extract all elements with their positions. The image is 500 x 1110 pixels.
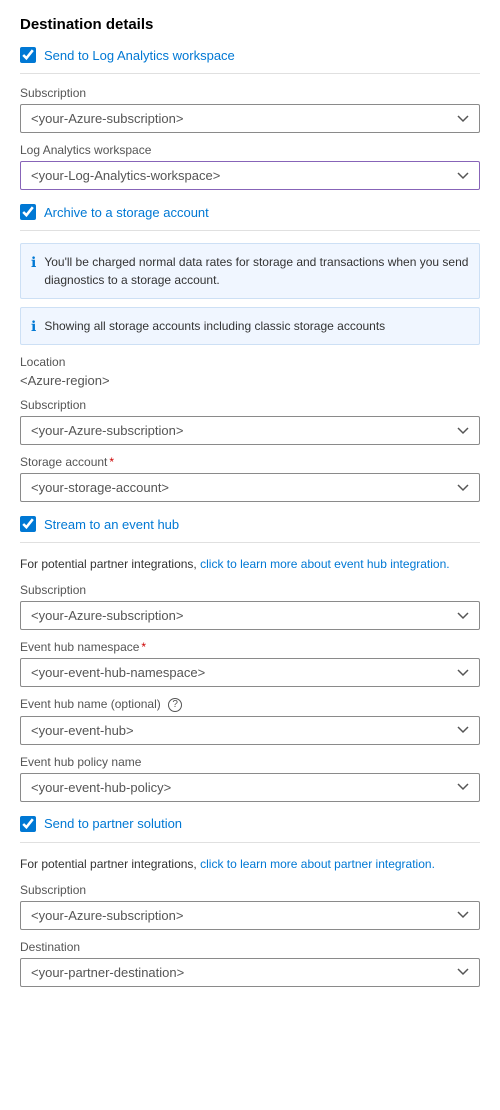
log-analytics-checkbox[interactable] — [20, 47, 36, 63]
storage-info-text-1: You'll be charged normal data rates for … — [44, 253, 469, 289]
location-label: Location — [20, 355, 480, 369]
subscription-field-4: Subscription <your-Azure-subscription> — [20, 883, 480, 930]
event-hub-partner-note: For potential partner integrations, clic… — [20, 555, 480, 573]
subscription-label-4: Subscription — [20, 883, 480, 897]
event-hub-note-prefix: For potential partner integrations, — [20, 557, 200, 571]
event-hub-policy-dropdown[interactable]: <your-event-hub-policy> — [20, 773, 480, 802]
log-analytics-label: Send to Log Analytics workspace — [44, 48, 235, 63]
storage-account-field: Storage account* <your-storage-account> — [20, 455, 480, 502]
event-hub-namespace-label: Event hub namespace* — [20, 640, 480, 654]
storage-account-section: Archive to a storage account ℹ You'll be… — [20, 204, 480, 502]
event-hub-namespace-field: Event hub namespace* <your-event-hub-nam… — [20, 640, 480, 687]
storage-required-star: * — [109, 455, 114, 469]
partner-solution-label: Send to partner solution — [44, 816, 182, 831]
destination-label: Destination — [20, 940, 480, 954]
info-icon-1: ℹ — [31, 254, 36, 271]
subscription-dropdown-3[interactable]: <your-Azure-subscription> — [20, 601, 480, 630]
page-title: Destination details — [20, 16, 480, 33]
event-hub-name-dropdown[interactable]: <your-event-hub> — [20, 716, 480, 745]
workspace-dropdown[interactable]: <your-Log-Analytics-workspace> — [20, 161, 480, 190]
divider-4 — [20, 842, 480, 843]
partner-solution-section: Send to partner solution For potential p… — [20, 816, 480, 987]
subscription-label-1: Subscription — [20, 86, 480, 100]
workspace-field: Log Analytics workspace <your-Log-Analyt… — [20, 143, 480, 190]
destination-dropdown[interactable]: <your-partner-destination> — [20, 958, 480, 987]
destination-field: Destination <your-partner-destination> — [20, 940, 480, 987]
divider-3 — [20, 542, 480, 543]
storage-account-label-field: Storage account* — [20, 455, 480, 469]
location-value: <Azure-region> — [20, 373, 480, 388]
subscription-field-2: Subscription <your-Azure-subscription> — [20, 398, 480, 445]
partner-solution-note: For potential partner integrations, clic… — [20, 855, 480, 873]
divider-1 — [20, 73, 480, 74]
storage-account-dropdown[interactable]: <your-storage-account> — [20, 473, 480, 502]
event-hub-label: Stream to an event hub — [44, 517, 179, 532]
event-hub-policy-label: Event hub policy name — [20, 755, 480, 769]
storage-info-text-2: Showing all storage accounts including c… — [44, 317, 385, 335]
subscription-field-3: Subscription <your-Azure-subscription> — [20, 583, 480, 630]
storage-account-label: Archive to a storage account — [44, 205, 209, 220]
partner-solution-checkbox[interactable] — [20, 816, 36, 832]
subscription-field-1: Subscription <your-Azure-subscription> — [20, 86, 480, 133]
subscription-dropdown-4[interactable]: <your-Azure-subscription> — [20, 901, 480, 930]
event-hub-checkbox[interactable] — [20, 516, 36, 532]
partner-solution-link[interactable]: click to learn more about partner integr… — [200, 857, 435, 871]
storage-info-box-1: ℹ You'll be charged normal data rates fo… — [20, 243, 480, 299]
namespace-required-star: * — [141, 640, 146, 654]
storage-info-box-2: ℹ Showing all storage accounts including… — [20, 307, 480, 345]
event-hub-partner-link[interactable]: click to learn more about event hub inte… — [200, 557, 449, 571]
partner-solution-note-prefix: For potential partner integrations, — [20, 857, 200, 871]
log-analytics-section: Send to Log Analytics workspace Subscrip… — [20, 47, 480, 190]
subscription-label-2: Subscription — [20, 398, 480, 412]
hub-name-info-icon[interactable]: ? — [168, 698, 182, 712]
event-hub-namespace-dropdown[interactable]: <your-event-hub-namespace> — [20, 658, 480, 687]
workspace-label: Log Analytics workspace — [20, 143, 480, 157]
event-hub-section: Stream to an event hub For potential par… — [20, 516, 480, 802]
subscription-dropdown-2[interactable]: <your-Azure-subscription> — [20, 416, 480, 445]
subscription-dropdown-1[interactable]: <your-Azure-subscription> — [20, 104, 480, 133]
event-hub-name-label: Event hub name (optional) ? — [20, 697, 480, 712]
storage-account-checkbox[interactable] — [20, 204, 36, 220]
info-icon-2: ℹ — [31, 318, 36, 335]
location-field: Location <Azure-region> — [20, 355, 480, 388]
subscription-label-3: Subscription — [20, 583, 480, 597]
event-hub-name-field: Event hub name (optional) ? <your-event-… — [20, 697, 480, 745]
event-hub-policy-field: Event hub policy name <your-event-hub-po… — [20, 755, 480, 802]
divider-2 — [20, 230, 480, 231]
